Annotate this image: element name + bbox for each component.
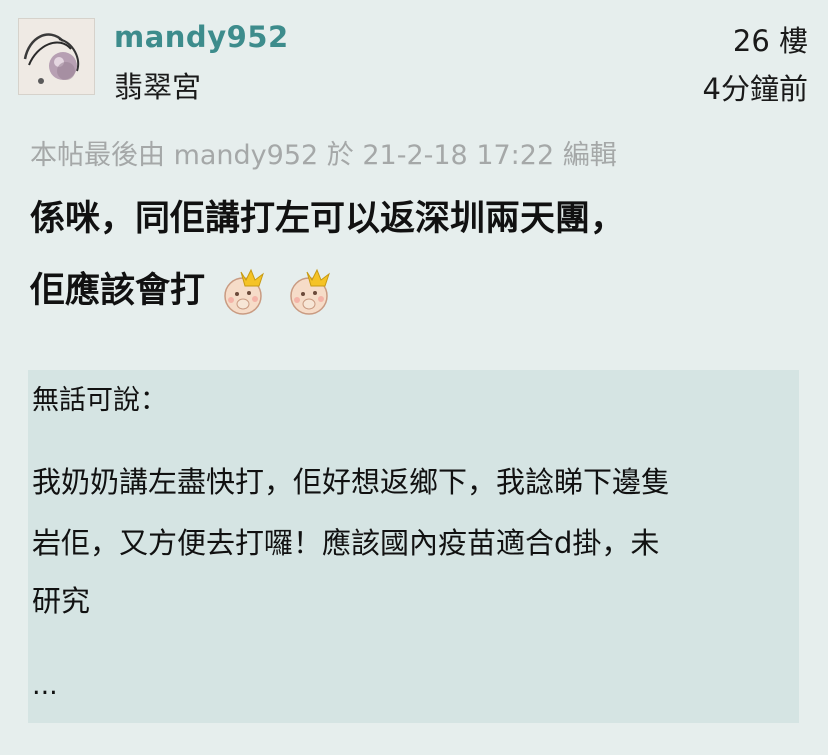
avatar[interactable] — [18, 18, 95, 95]
quote-line: 我奶奶講左盡快打，佢好想返鄉下，我諗睇下邊隻 — [32, 465, 671, 499]
avatar-image — [19, 19, 94, 94]
quote-block: 無話可說： 我奶奶講左盡快打，佢好想返鄉下，我諗睇下邊隻 岩佢，又方便去打囉！應… — [28, 370, 799, 723]
user-group: 翡翠宮 — [114, 70, 202, 104]
floor-number: 26 樓 — [732, 24, 808, 58]
baby-crown-emoji-icon — [224, 268, 265, 315]
quote-line: 研究 — [32, 584, 91, 618]
post-body-line: 係咪，同佢講打左可以返深圳兩天團， — [30, 199, 626, 239]
quote-line: 岩佢，又方便去打囉！應該國內疫苗適合d掛，未 — [32, 526, 660, 560]
quote-ellipsis: ... — [32, 670, 58, 701]
baby-crown-emoji-icon — [290, 268, 331, 315]
quote-author: 無話可說： — [32, 385, 167, 416]
post-body-line-2: 佢應該會打 — [30, 262, 337, 318]
edited-note: 本帖最後由 mandy952 於 21-2-18 17:22 編輯 — [30, 140, 617, 171]
post-time: 4分鐘前 — [702, 72, 808, 106]
post-body-text: 佢應該會打 — [30, 271, 206, 311]
username[interactable]: mandy952 — [114, 20, 289, 54]
